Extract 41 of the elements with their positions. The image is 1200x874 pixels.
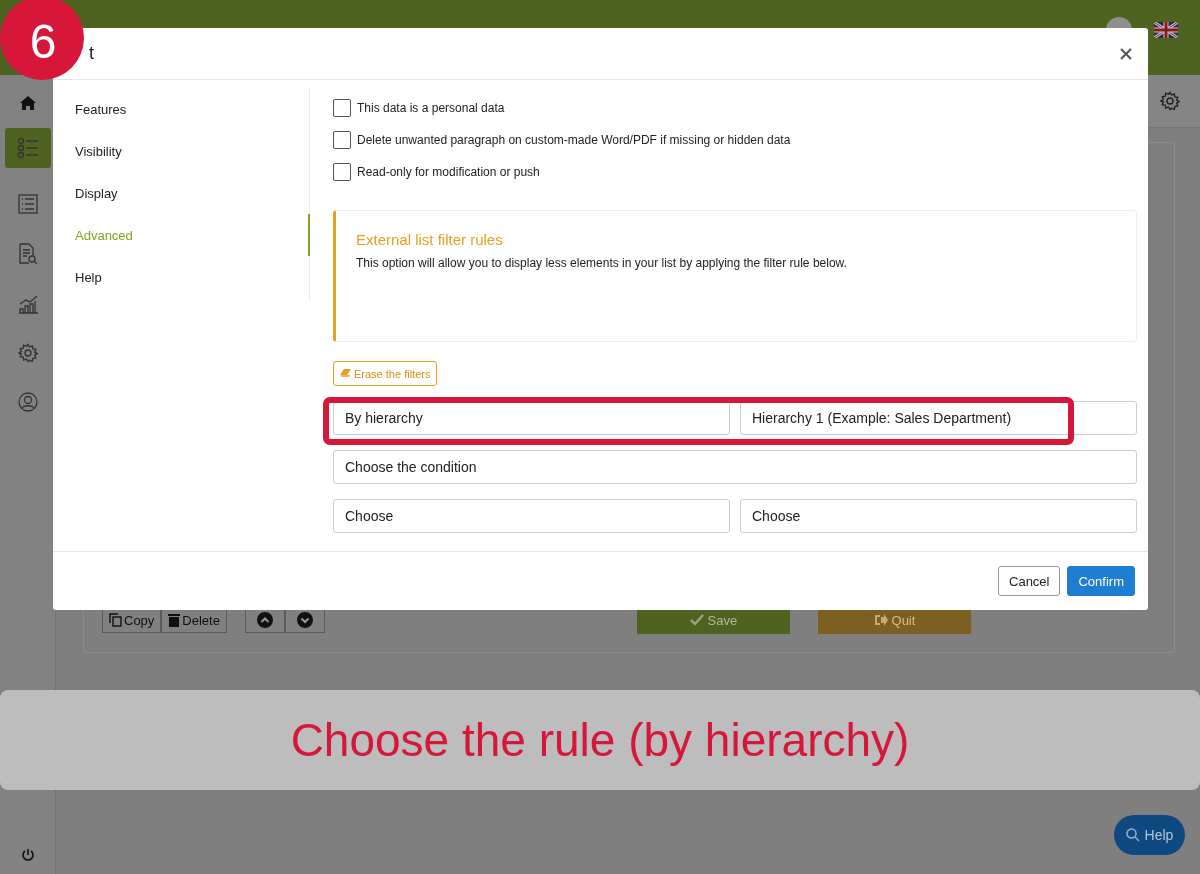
power-icon[interactable] xyxy=(20,848,35,862)
info-title: External list filter rules xyxy=(356,231,503,248)
nav-tab[interactable]: Help xyxy=(53,256,310,298)
checkbox-label: This data is a personal data xyxy=(357,101,505,115)
checkbox-label: Delete unwanted paragraph on custom-made Word/PDF if missing or hidden data xyxy=(357,133,791,147)
confirm-button[interactable]: Confirm xyxy=(1067,566,1135,596)
select-field[interactable]: Hierarchy 1 (Example: Sales Department) xyxy=(740,401,1137,435)
settings-icon[interactable] xyxy=(17,343,38,363)
checkbox-label: Read-only for modification or push xyxy=(357,165,540,179)
copy-icon xyxy=(109,613,122,627)
eraser-icon xyxy=(340,369,351,378)
settings-icon[interactable] xyxy=(1160,91,1180,111)
nav-tab[interactable]: Visibility xyxy=(53,130,310,172)
dialog-title: t xyxy=(89,43,94,64)
select-field[interactable]: Choose xyxy=(333,499,730,533)
checkbox[interactable] xyxy=(333,163,351,181)
checkbox[interactable] xyxy=(333,131,351,149)
caption-text: Choose the rule (by hierarchy) xyxy=(290,713,910,767)
user-icon[interactable] xyxy=(17,392,38,412)
list-icon[interactable] xyxy=(17,194,38,214)
checklist-icon[interactable] xyxy=(4,128,51,168)
trash-icon xyxy=(168,613,181,627)
select-field[interactable]: Choose the condition xyxy=(333,450,1137,484)
search-icon xyxy=(1125,828,1140,842)
select-field[interactable]: By hierarchy xyxy=(333,401,730,435)
help-button[interactable]: Help xyxy=(1114,815,1185,855)
flag-icon[interactable] xyxy=(1154,21,1178,38)
checkbox[interactable] xyxy=(333,99,351,117)
exit-icon xyxy=(873,614,888,626)
cancel-button[interactable]: Cancel xyxy=(998,566,1061,596)
select-field[interactable]: Choose xyxy=(740,499,1137,533)
home-icon[interactable] xyxy=(18,95,37,111)
info-text: This option will allow you to display less elements in your list by applying the filter rule below. xyxy=(356,256,847,270)
nav-tab[interactable]: Features xyxy=(53,88,310,130)
bar-chart-icon[interactable] xyxy=(17,294,38,314)
checkmark-icon xyxy=(689,614,704,626)
chevron-up-icon xyxy=(256,612,273,628)
close-button[interactable] xyxy=(1118,45,1134,62)
chevron-down-icon xyxy=(296,612,313,628)
document-search-icon[interactable] xyxy=(17,243,38,265)
nav-tab[interactable]: Display xyxy=(53,172,310,214)
